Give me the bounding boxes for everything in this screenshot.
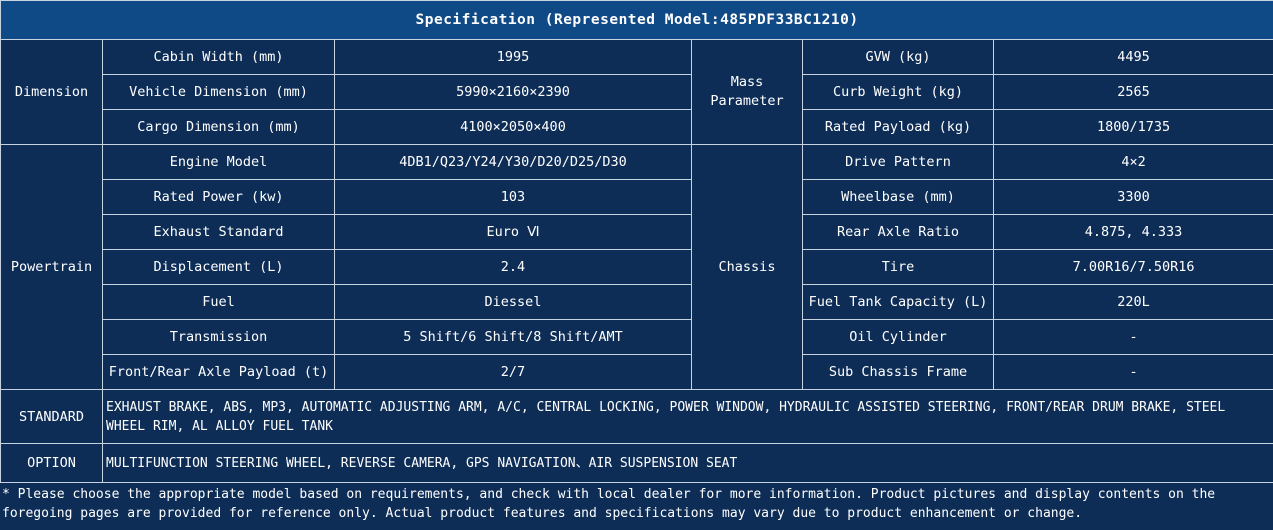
spec-value: -: [992, 354, 1273, 390]
spec-value: Euro Ⅵ: [334, 214, 692, 250]
disclaimer-note: * Please choose the appropriate model ba…: [2, 487, 1216, 521]
spec-value: 7.00R16/7.50R16: [992, 249, 1273, 285]
table-title: Specification (Represented Model:485PDF3…: [0, 0, 1273, 40]
spec-label: Rear Axle Ratio: [802, 214, 994, 250]
spec-value: 5990×2160×2390: [334, 74, 692, 110]
option-row: OPTION MULTIFUNCTION STEERING WHEEL, REV…: [0, 443, 1273, 483]
spec-label: Fuel Tank Capacity (L): [802, 284, 994, 320]
specification-table: Specification (Represented Model:485PDF3…: [0, 0, 1273, 483]
spec-value: 4×2: [992, 144, 1273, 180]
spec-value: 2.4: [334, 249, 692, 285]
spec-value: 2565: [992, 74, 1273, 110]
spec-label: Cargo Dimension (mm): [102, 109, 335, 145]
spec-value: 4100×2050×400: [334, 109, 692, 145]
group-label-chassis: Chassis: [691, 144, 803, 390]
spec-label: Drive Pattern: [802, 144, 994, 180]
table-row: Front/Rear Axle Payload (t) 2/7 Sub Chas…: [1, 354, 1273, 390]
spec-label: GVW (kg): [802, 39, 994, 75]
group-label-powertrain: Powertrain: [0, 144, 103, 390]
spec-label: Rated Payload (kg): [802, 109, 994, 145]
spec-label: Curb Weight (kg): [802, 74, 994, 110]
spec-value: 4.875, 4.333: [992, 214, 1273, 250]
spec-label: Cabin Width (mm): [102, 39, 335, 75]
spec-value: 3300: [992, 179, 1273, 215]
table-row: Vehicle Dimension (mm) 5990×2160×2390 Cu…: [1, 74, 1273, 110]
spec-value: 4495: [992, 39, 1273, 75]
option-label: OPTION: [0, 443, 103, 483]
standard-row: STANDARD EXHAUST BRAKE, ABS, MP3, AUTOMA…: [0, 389, 1273, 444]
table-row: Displacement (L) 2.4 Tire 7.00R16/7.50R1…: [1, 249, 1273, 285]
spec-value: -: [992, 319, 1273, 355]
standard-features: EXHAUST BRAKE, ABS, MP3, AUTOMATIC ADJUS…: [101, 389, 1273, 444]
spec-value: 1800/1735: [992, 109, 1273, 145]
spec-label: Wheelbase (mm): [802, 179, 994, 215]
option-features: MULTIFUNCTION STEERING WHEEL, REVERSE CA…: [101, 443, 1273, 483]
group-label-mass-parameter: Mass Parameter: [691, 39, 803, 145]
spec-sheet: Specification (Represented Model:485PDF3…: [0, 0, 1273, 530]
spec-value: 5 Shift/6 Shift/8 Shift/AMT: [334, 319, 692, 355]
table-row: Exhaust Standard Euro Ⅵ Rear Axle Ratio …: [1, 214, 1273, 250]
spec-value: 220L: [992, 284, 1273, 320]
group-label-mass-text: Mass Parameter: [710, 74, 784, 109]
spec-value: 2/7: [334, 354, 692, 390]
group-label-dimension: Dimension: [0, 39, 103, 145]
table-row: Powertrain Engine Model 4DB1/Q23/Y24/Y30…: [0, 144, 1273, 390]
table-row: Dimension Cabin Width (mm) 1995 Mass Par…: [0, 39, 1273, 145]
table-header-row: Specification (Represented Model:485PDF3…: [0, 0, 1273, 40]
spec-label: Front/Rear Axle Payload (t): [102, 354, 335, 390]
spec-label: Oil Cylinder: [802, 319, 994, 355]
spec-label: Rated Power (kw): [102, 179, 335, 215]
spec-label: Transmission: [102, 319, 335, 355]
spec-label: Displacement (L): [102, 249, 335, 285]
spec-value: Diessel: [334, 284, 692, 320]
spec-label: Vehicle Dimension (mm): [102, 74, 335, 110]
spec-value: 1995: [334, 39, 692, 75]
spec-label: Exhaust Standard: [102, 214, 335, 250]
spec-label: Fuel: [102, 284, 335, 320]
table-row: Rated Power (kw) 103 Wheelbase (mm) 3300: [1, 179, 1273, 215]
spec-label: Tire: [802, 249, 994, 285]
spec-value: 4DB1/Q23/Y24/Y30/D20/D25/D30: [334, 144, 692, 180]
table-row: Fuel Diessel Fuel Tank Capacity (L) 220L: [1, 284, 1273, 320]
spec-value: 103: [334, 179, 692, 215]
table-row: Transmission 5 Shift/6 Shift/8 Shift/AMT…: [1, 319, 1273, 355]
standard-label: STANDARD: [0, 389, 103, 444]
spec-label: Engine Model: [102, 144, 335, 180]
spec-label: Sub Chassis Frame: [802, 354, 994, 390]
table-row: Cargo Dimension (mm) 4100×2050×400 Rated…: [1, 109, 1273, 145]
